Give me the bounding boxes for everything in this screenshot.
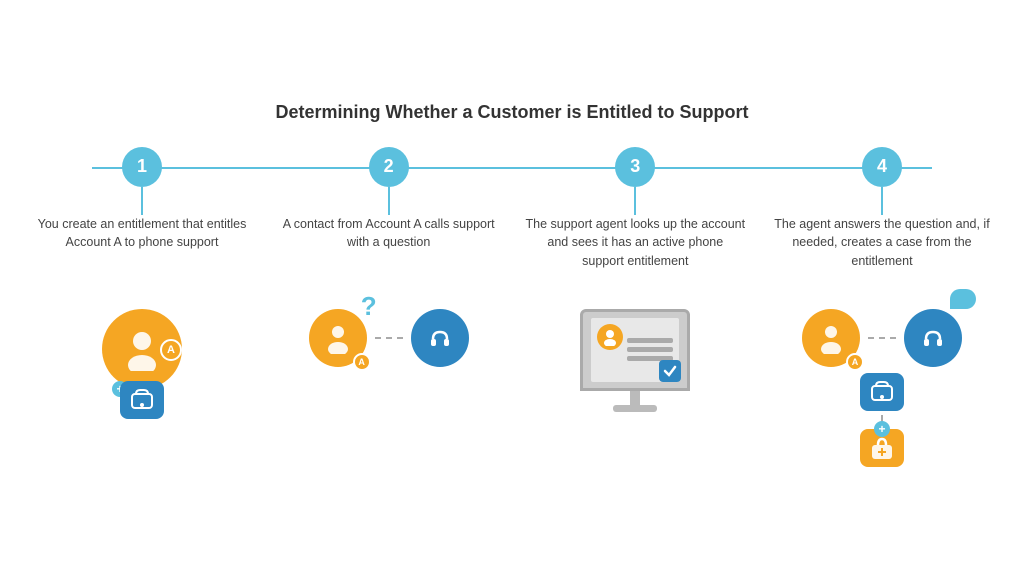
headset-circle-4 (904, 309, 962, 367)
step-4-connector (881, 187, 883, 215)
phone-box-4 (860, 373, 904, 411)
page-title: Determining Whether a Customer is Entitl… (32, 102, 992, 123)
person-svg-2 (322, 322, 354, 354)
checkmark-svg (663, 364, 677, 378)
step-3-number: 3 (615, 147, 655, 187)
step-4-col: 4 The agent answers the question and, if… (772, 147, 992, 299)
bag-icon (869, 435, 895, 461)
step-4-icon-col: A (772, 309, 992, 467)
monitor-line-1 (627, 338, 673, 343)
badge-a-1: A (160, 339, 182, 361)
step-3-illustration (580, 309, 690, 412)
person-svg-1 (120, 327, 164, 371)
timeline-row: 1 You create an entitlement that entitle… (32, 147, 992, 299)
person-circle-1: A (102, 309, 182, 389)
step-3-connector (634, 187, 636, 215)
step-2-connector (388, 187, 390, 215)
person-circle-2: ? A (309, 309, 367, 367)
step-1-col: 1 You create an entitlement that entitle… (32, 147, 252, 299)
badge-a-2: A (353, 353, 371, 371)
monitor-screen-inner (591, 318, 679, 382)
phone-icon-4 (868, 378, 896, 406)
step-2-text: A contact from Account A calls support w… (279, 215, 499, 285)
step-4-number: 4 (862, 147, 902, 187)
icons-row: A + ? (32, 309, 992, 467)
step-3-icon-col (525, 309, 745, 412)
person-circle-4: A (802, 309, 860, 367)
monitor-stand (630, 391, 640, 405)
step-1-text: You create an entitlement that entitles … (32, 215, 252, 285)
monitor-check-icon (659, 360, 681, 382)
headset-circle (411, 309, 469, 367)
step-2-col: 2 A contact from Account A calls support… (279, 147, 499, 299)
monitor-base (613, 405, 657, 412)
step-2-number: 2 (369, 147, 409, 187)
badge-a-4: A (846, 353, 864, 371)
step-2-illustration: ? A (309, 309, 469, 367)
headset-icon (423, 321, 457, 355)
step-4-illustration: A (802, 309, 962, 467)
main-container: Determining Whether a Customer is Entitl… (22, 82, 1002, 487)
phone-box-1 (120, 381, 164, 419)
step-2-icon-col: ? A (279, 309, 499, 367)
bag-box-4: + (860, 429, 904, 467)
step-1-illustration: A + (92, 309, 192, 419)
headset-icon-4 (916, 321, 950, 355)
step-1-icon-col: A + (32, 309, 252, 419)
dotted-line-2 (375, 337, 403, 339)
step-4-top: A (802, 309, 962, 367)
monitor-line-2 (627, 347, 673, 352)
step-1-number: 1 (122, 147, 162, 187)
plus-badge-4: + (874, 421, 890, 437)
monitor-person-svg (601, 328, 619, 346)
phone-icon-1 (128, 386, 156, 414)
monitor-screen (580, 309, 690, 391)
step-4-bottom: + (860, 373, 904, 467)
person-svg-4 (815, 322, 847, 354)
step-3-text: The support agent looks up the account a… (525, 215, 745, 285)
monitor-person-icon (597, 324, 623, 350)
step-3-col: 3 The support agent looks up the account… (525, 147, 745, 299)
dotted-line-4 (868, 337, 896, 339)
step-4-text: The agent answers the question and, if n… (772, 215, 992, 285)
step-1-connector (141, 187, 143, 215)
